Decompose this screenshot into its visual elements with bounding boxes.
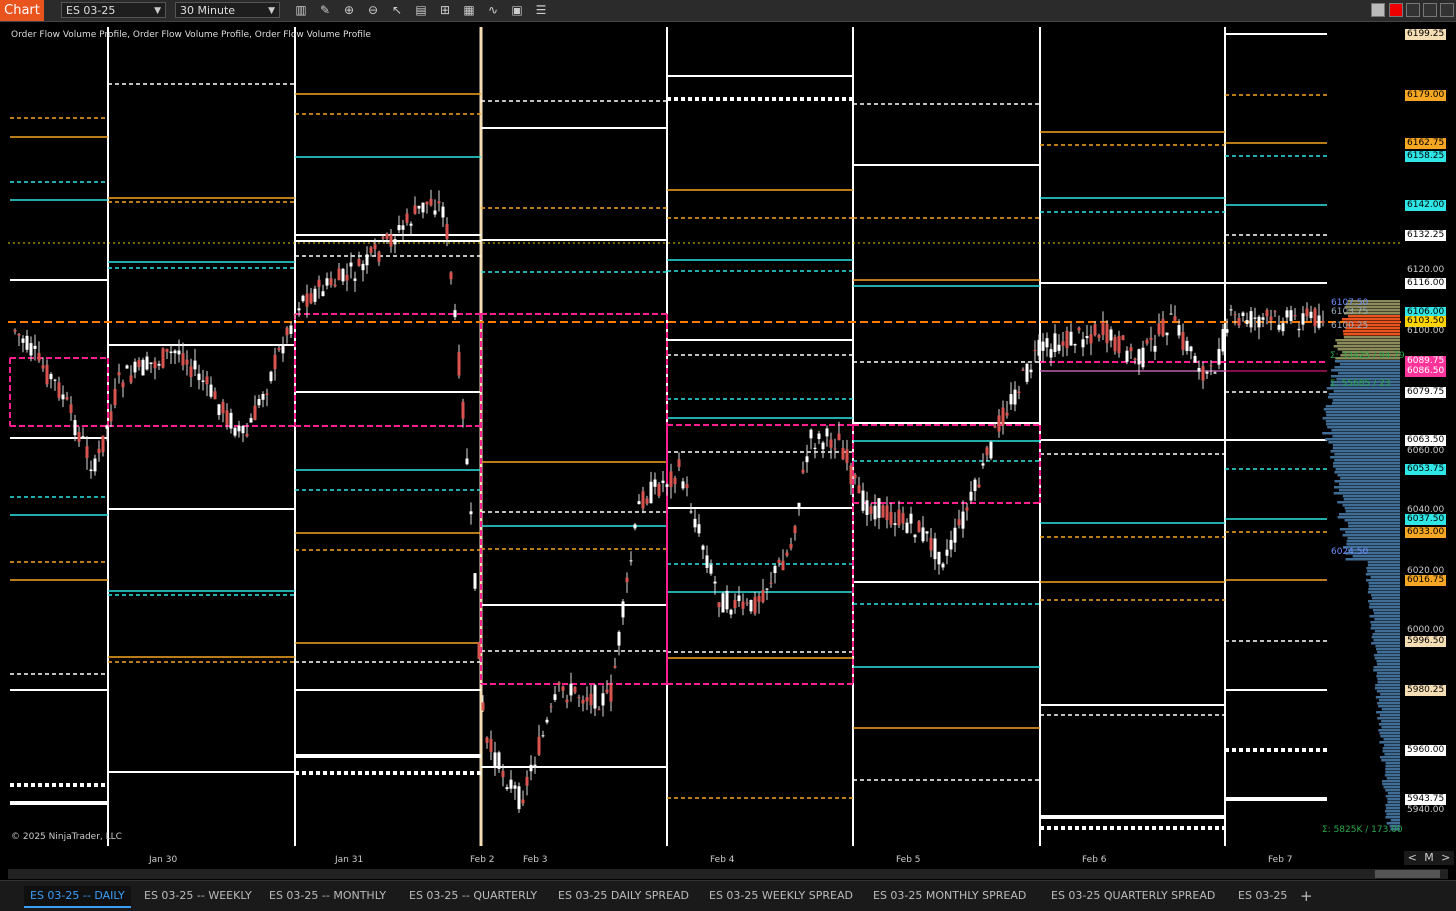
interval-value: 30 Minute — [180, 4, 236, 17]
price-level-label: 6063.50 — [1405, 435, 1447, 446]
chart-nav: < M > — [1404, 851, 1454, 865]
time-axis-label: Feb 6 — [1082, 855, 1107, 865]
price-level-label: 6199.25 — [1405, 29, 1447, 40]
price-level-label: 5980.25 — [1405, 685, 1447, 696]
maximize-window-icon[interactable] — [1423, 3, 1437, 17]
price-level-label: 6053.75 — [1405, 464, 1447, 475]
chart-tab[interactable]: ES 03-25 -- WEEKLY — [144, 886, 252, 906]
price-level-label: 6086.50 — [1405, 366, 1447, 377]
autoscale-button[interactable]: M — [1424, 851, 1434, 865]
zoom-in-icon[interactable]: ⊕ — [341, 2, 357, 18]
price-level-label: 5943.75 — [1405, 794, 1447, 805]
chart-tab[interactable]: ES 03-25 -- DAILY — [24, 886, 131, 908]
price-level-label: 5996.50 — [1405, 636, 1447, 647]
volume-sum-label: Σ: 55685 / 23 — [1330, 379, 1391, 389]
copyright-text: © 2025 NinjaTrader, LLC — [11, 832, 122, 842]
price-level-label: 6060.00 — [1407, 446, 1445, 456]
price-level-label: 6179.00 — [1405, 90, 1447, 101]
scrollbar-thumb[interactable] — [1375, 870, 1440, 878]
time-axis-label: Feb 2 — [470, 855, 495, 865]
volume-sum-label: Σ: 5825K / 173.00 — [1322, 825, 1403, 835]
instrument-value: ES 03-25 — [66, 4, 116, 17]
chart-tab[interactable]: ES 03-25 -- MONTHLY — [269, 886, 386, 906]
time-axis-label: Feb 5 — [896, 855, 921, 865]
interval-selector[interactable]: 30 Minute ▼ — [175, 2, 280, 18]
price-level-label: 6142.00 — [1405, 200, 1447, 211]
price-level-label: 6158.25 — [1405, 151, 1447, 162]
price-level-label: 5940.00 — [1407, 805, 1445, 815]
volume-sum-label: Σ: 33425 / 94.79 — [1330, 351, 1405, 361]
profile-label: 6103.75 — [1331, 307, 1369, 317]
add-tab-button[interactable]: + — [1300, 886, 1313, 906]
value-area-label: 6024.50 — [1331, 547, 1369, 557]
price-level-label: 6000.00 — [1407, 625, 1445, 635]
chart-tab[interactable]: ES 03-25 WEEKLY SPREAD — [709, 886, 853, 906]
strategies-icon[interactable]: ∿ — [485, 2, 501, 18]
scroll-left-button[interactable]: < — [1408, 851, 1417, 865]
pointer-icon[interactable]: ↖ — [389, 2, 405, 18]
scroll-right-button[interactable]: > — [1441, 851, 1450, 865]
price-level-label: 6120.00 — [1407, 265, 1445, 275]
instrument-selector[interactable]: ES 03-25 ▼ — [61, 2, 166, 18]
close-pane-icon[interactable] — [1389, 3, 1403, 17]
price-level-label: 6100.00 — [1407, 326, 1445, 336]
chart-menu-button[interactable]: Chart — [0, 0, 44, 21]
chevron-down-icon: ▼ — [268, 6, 275, 16]
price-level-label: 6033.00 — [1405, 527, 1447, 538]
close-window-icon[interactable] — [1440, 3, 1454, 17]
chart-tab[interactable]: ES 03-25 DAILY SPREAD — [558, 886, 689, 906]
chart-tab[interactable]: ES 03-25 MONTHLY SPREAD — [873, 886, 1026, 906]
crosshair-icon[interactable]: ⊞ — [437, 2, 453, 18]
price-level-label: 6079.75 — [1405, 387, 1447, 398]
time-axis-label: Jan 31 — [335, 855, 364, 865]
chart-panel[interactable] — [8, 27, 1401, 847]
zoom-out-icon[interactable]: ⊖ — [365, 2, 381, 18]
bar-chart-icon[interactable]: ▥ — [293, 2, 309, 18]
price-level-label: 6016.75 — [1405, 575, 1447, 586]
price-level-label: 5960.00 — [1405, 745, 1447, 756]
horizontal-scrollbar[interactable] — [8, 869, 1448, 879]
price-level-label: 6037.50 — [1405, 514, 1447, 525]
chevron-down-icon: ▼ — [154, 6, 161, 16]
minimize-pane-icon[interactable] — [1371, 3, 1385, 17]
indicator-title: Order Flow Volume Profile, Order Flow Vo… — [11, 30, 371, 40]
chart-tab[interactable]: ES 03-25 -- QUARTERLY — [409, 886, 537, 906]
price-level-label: 6132.25 — [1405, 230, 1447, 241]
time-axis-label: Feb 7 — [1268, 855, 1293, 865]
pencil-icon[interactable]: ✎ — [317, 2, 333, 18]
minimize-window-icon[interactable] — [1406, 3, 1420, 17]
indicators-icon[interactable]: ▦ — [461, 2, 477, 18]
chart-tab[interactable]: ES 03-25 — [1238, 886, 1287, 906]
properties-icon[interactable]: ☰ — [533, 2, 549, 18]
price-level-label: 6162.75 — [1405, 138, 1447, 149]
templates-icon[interactable]: ▣ — [509, 2, 525, 18]
price-level-label: 6116.00 — [1405, 278, 1447, 289]
time-axis-label: Jan 30 — [149, 855, 178, 865]
time-axis-label: Feb 3 — [523, 855, 548, 865]
data-box-icon[interactable]: ▤ — [413, 2, 429, 18]
chart-tab[interactable]: ES 03-25 QUARTERLY SPREAD — [1051, 886, 1215, 906]
time-axis-label: Feb 4 — [710, 855, 735, 865]
profile-label: 6100.25 — [1331, 321, 1369, 331]
